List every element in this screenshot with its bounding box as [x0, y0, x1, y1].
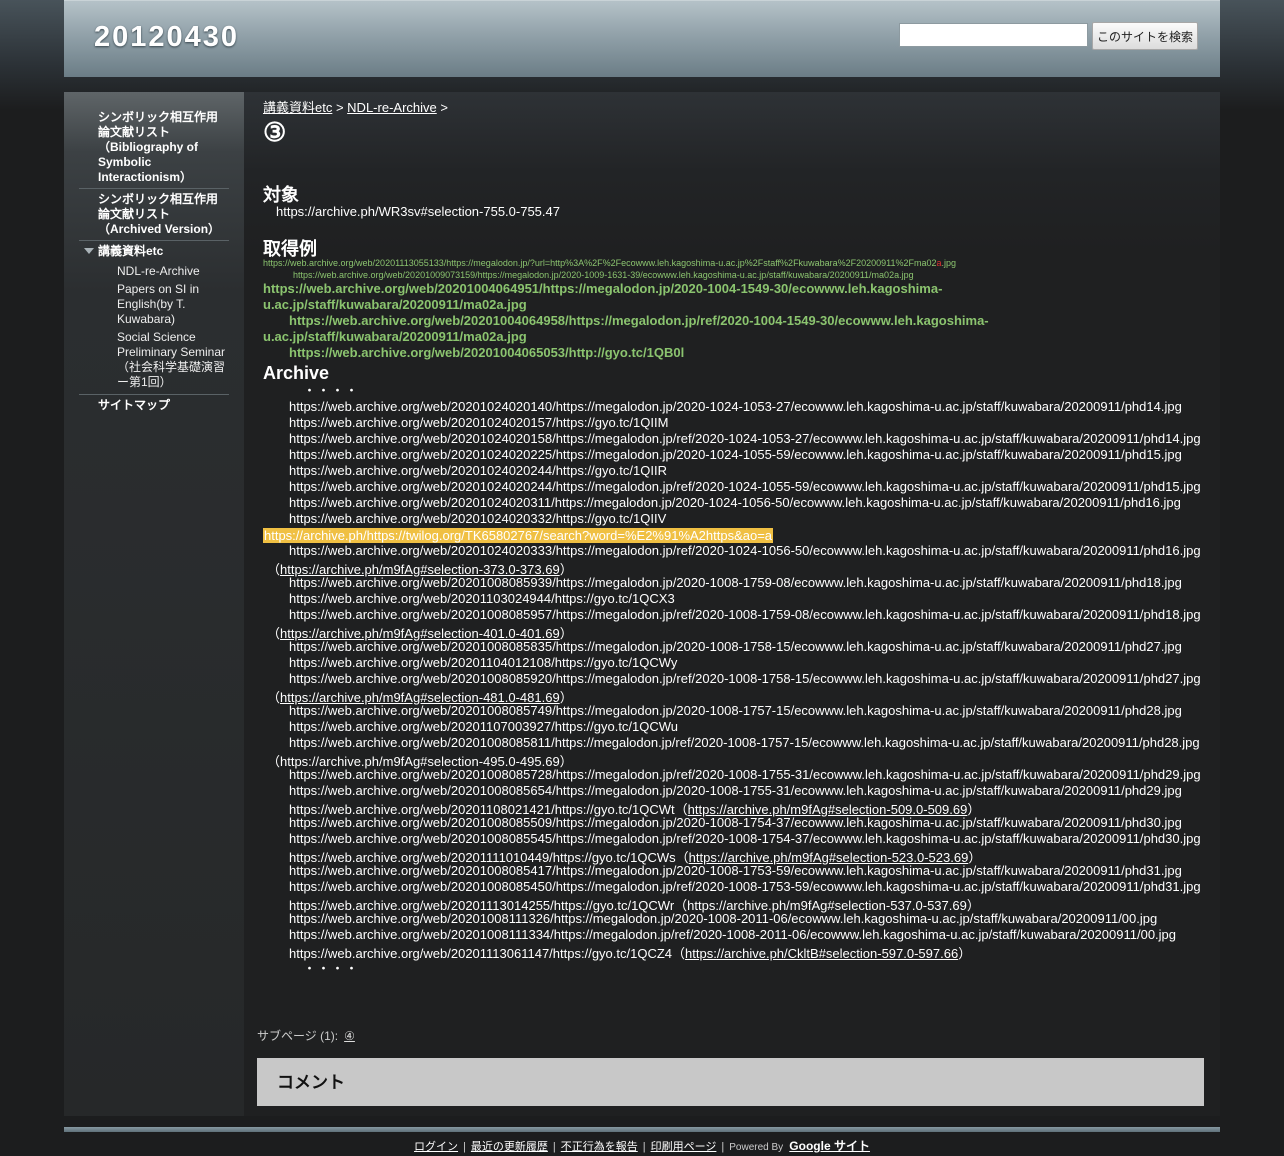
archive-line: https://web.archive.org/web/202010240201… — [289, 431, 1201, 446]
archive-line: https://web.archive.org/web/202010080859… — [289, 671, 1201, 686]
example-tiny-1-text: https://web.archive.org/web/202011130551… — [263, 258, 937, 268]
close-paren: ） — [958, 946, 972, 961]
archive-line: https://web.archive.org/web/202010240202… — [289, 479, 1201, 494]
sidebar-item-seminar[interactable]: Social Science Preliminary Seminar（社会科学基… — [79, 330, 229, 393]
site-header: 20120430 このサイトを検索 — [64, 0, 1220, 77]
open-paren: （ — [267, 562, 281, 577]
sidebar-item-lecture-materials[interactable]: 講義資料etc — [79, 244, 229, 261]
archive-line: https://web.archive.org/web/202010080859… — [289, 575, 1182, 590]
print-page-link[interactable]: 印刷用ページ — [651, 1141, 717, 1153]
archive-line: https://web.archive.org/web/202010081113… — [289, 911, 1158, 926]
page-body: シンボリック相互作用論文献リスト（Bibliography of Symboli… — [64, 92, 1220, 1116]
footer-sep: | — [552, 1141, 556, 1153]
archive-line: https://web.archive.org/web/202010240202… — [289, 463, 667, 478]
sidebar-item-papers-si[interactable]: Papers on SI in English(by T. Kuwabara) — [79, 282, 229, 330]
nav-divider — [79, 240, 229, 241]
footer-bar — [64, 1127, 1220, 1132]
footer-sep: | — [642, 1141, 646, 1153]
highlighted-link[interactable]: https://archive.ph/https://twilog.org/TK… — [263, 528, 774, 543]
open-paren: （ — [267, 690, 281, 705]
archive-line: https://web.archive.org/web/202010080854… — [289, 879, 1201, 894]
example-link-2[interactable]: https://web.archive.org/web/202010040649… — [263, 313, 993, 345]
search-input[interactable] — [899, 23, 1088, 47]
archive-line: https://web.archive.org/web/202010080859… — [289, 607, 1201, 622]
archive-line: https://web.archive.org/web/202010080856… — [289, 783, 1182, 798]
google-sites-link[interactable]: Google サイト — [789, 1139, 870, 1153]
subpage-link[interactable]: ④ — [344, 1029, 355, 1043]
archive-line: https://web.archive.org/web/202011030249… — [289, 591, 675, 606]
login-link[interactable]: ログイン — [414, 1141, 458, 1153]
breadcrumb-trail: > — [436, 100, 448, 115]
report-abuse-link[interactable]: 不正行為を報告 — [561, 1141, 638, 1153]
archive-line: https://web.archive.org/web/202010080857… — [289, 767, 1201, 782]
sidebar-group-lecture: 講義資料etc — [79, 244, 229, 261]
archive-line: https://web.archive.org/web/202010240203… — [289, 495, 1181, 510]
example-tiny-1-end: .jpg — [941, 258, 957, 268]
site-title[interactable]: 20120430 — [94, 21, 239, 54]
example-link-1[interactable]: https://web.archive.org/web/202010040649… — [263, 281, 963, 313]
expand-arrow-icon[interactable] — [84, 248, 94, 254]
archive-line: https://web.archive.org/web/202010080855… — [289, 831, 1201, 846]
archive-line: https://web.archive.org/web/202010080857… — [289, 703, 1182, 718]
archive-line: https://web.archive.org/web/202010240203… — [289, 543, 1201, 558]
sidebar-item-ndl-re-archive[interactable]: NDL-re-Archive — [79, 261, 229, 282]
dots-top: ・・・・ — [303, 383, 360, 398]
example-tiny-2[interactable]: https://web.archive.org/web/202010090731… — [293, 270, 914, 280]
dots-bottom: ・・・・ — [303, 961, 360, 976]
footer-sep: | — [721, 1141, 725, 1153]
footer: ログイン | 最近の更新履歴 | 不正行為を報告 | 印刷用ページ | Powered By G… — [0, 1137, 1284, 1154]
comments-section: コメント — [257, 1058, 1204, 1106]
breadcrumb: 講義資料etc > NDL-re-Archive > — [263, 97, 448, 116]
comments-heading: コメント — [277, 1073, 345, 1092]
archive-line: https://web.archive.org/web/202011040121… — [289, 655, 678, 670]
archive-line: https://web.archive.org/web/202010080854… — [289, 863, 1182, 878]
open-paren: （ — [672, 946, 686, 961]
powered-by: Powered By — [729, 1142, 784, 1153]
sidebar-item-archived-version[interactable]: シンボリック相互作用論文献リスト（Archived Version） — [79, 192, 229, 239]
archive-line: https://web.archive.org/web/202010080858… — [289, 639, 1182, 654]
example-tiny-1[interactable]: https://web.archive.org/web/202011130551… — [263, 258, 956, 268]
site-search-button[interactable]: このサイトを検索 — [1092, 22, 1198, 50]
archive-line: https://web.archive.org/web/202011130611… — [289, 943, 971, 962]
main-content: 講義資料etc > NDL-re-Archive > ③ 対象 https://… — [257, 92, 1208, 1116]
breadcrumb-sep: > — [332, 100, 348, 115]
footer-sep: | — [463, 1141, 466, 1153]
sidebar: シンボリック相互作用論文献リスト（Bibliography of Symboli… — [64, 92, 244, 1116]
example-link-3[interactable]: https://web.archive.org/web/202010040650… — [289, 345, 684, 360]
archive-link[interactable]: https://archive.ph/CkltB#selection-597.0… — [685, 946, 958, 961]
archive-line: https://web.archive.org/web/202010080855… — [289, 815, 1182, 830]
archive-line: https://web.archive.org/web/202010081113… — [289, 927, 1177, 942]
breadcrumb-lecture[interactable]: 講義資料etc — [263, 100, 332, 115]
archive-line: https://web.archive.org/web/202010240201… — [289, 399, 1182, 414]
subpages: サブページ (1): ④ — [257, 1027, 355, 1044]
archive-line: https://web.archive.org/web/202010240203… — [289, 511, 667, 526]
archive-line: https://web.archive.org/web/202011070039… — [289, 719, 679, 734]
recent-changes-link[interactable]: 最近の更新履歴 — [471, 1141, 548, 1153]
sidebar-nav: シンボリック相互作用論文献リスト（Bibliography of Symboli… — [79, 110, 229, 415]
nav-divider — [79, 188, 229, 189]
subpages-label: サブページ (1): — [257, 1029, 339, 1043]
nav-divider — [79, 394, 229, 395]
open-paren: （ — [267, 626, 281, 641]
archive-line: https://web.archive.org/web/202010080858… — [289, 735, 1200, 750]
target-url: https://archive.ph/WR3sv#selection-755.0… — [276, 204, 560, 219]
sidebar-item-bibliography[interactable]: シンボリック相互作用論文献リスト（Bibliography of Symboli… — [79, 110, 229, 187]
archive-line: https://web.archive.org/web/202010240202… — [289, 447, 1182, 462]
breadcrumb-ndl[interactable]: NDL-re-Archive — [347, 100, 437, 115]
page-title: ③ — [263, 117, 287, 147]
archive-line: https://web.archive.org/web/202010240201… — [289, 415, 669, 430]
sidebar-item-sitemap[interactable]: サイトマップ — [79, 398, 229, 415]
